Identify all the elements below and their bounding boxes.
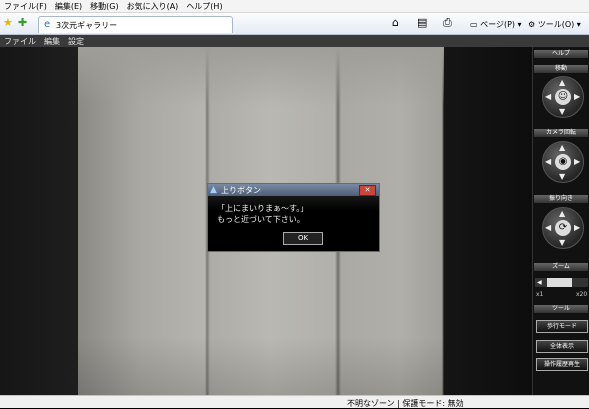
menu-file[interactable]: ファイル(F) bbox=[0, 1, 51, 12]
home-icon[interactable]: ⌂ bbox=[392, 16, 399, 30]
zoom-thumb[interactable] bbox=[547, 278, 572, 287]
turn-pad[interactable]: ▲ ▼ ◀ ▶ ⟳ bbox=[542, 207, 584, 249]
move-pad[interactable]: ▲ ▼ ◀ ▶ ☺ bbox=[542, 76, 584, 118]
status-bar: 不明なゾーン | 保護モード: 無効 bbox=[0, 395, 589, 408]
dialog-title: 上りボタン bbox=[221, 186, 261, 195]
favorites-star-icon[interactable]: ★ bbox=[3, 16, 13, 30]
tools-header: ツール bbox=[534, 305, 588, 313]
camera-rotate-header: カメラ回転 bbox=[534, 129, 588, 137]
arrow-down-icon[interactable]: ▼ bbox=[559, 107, 565, 116]
dialog-message: 「上にまいりまぁ〜す。」 もっと近づいて下さい。 bbox=[217, 204, 309, 224]
camera-pad[interactable]: ▲ ▼ ◀ ▶ ◉ bbox=[542, 141, 584, 183]
zoom-max-label: x20 bbox=[576, 291, 588, 298]
navigation-panel: ヘルプ 移動 ▲ ▼ ◀ ▶ ☺ カメラ回転 ▲ ▼ ◀ ▶ ◉ 振り向き ▲ … bbox=[532, 47, 589, 395]
menu-favorites[interactable]: お気に入り(A) bbox=[123, 1, 183, 12]
tab-gallery[interactable]: e 3次元ギャラリー bbox=[38, 16, 233, 33]
move-header: 移動 bbox=[534, 65, 588, 73]
browser-toolbar: ★ ✚ e 3次元ギャラリー ⌂ ▤ ⎙ ▭ ページ(P) ▾ ⚙ ツール(O)… bbox=[0, 13, 589, 35]
browser-menu-bar: ファイル(F) 編集(E) 移動(G) お気に入り(A) ヘルプ(H) bbox=[0, 0, 589, 13]
menu-edit[interactable]: 編集(E) bbox=[51, 1, 86, 12]
tools-menu-button[interactable]: ⚙ ツール(O) ▾ bbox=[528, 19, 581, 30]
camera-icon: ◉ bbox=[555, 154, 571, 170]
arrow-left-icon[interactable]: ◀ bbox=[545, 157, 551, 166]
page-menu-label: ページ(P) bbox=[480, 20, 516, 29]
close-button[interactable]: ✕ bbox=[359, 185, 376, 196]
arrow-up-icon[interactable]: ▲ bbox=[559, 143, 565, 152]
arrow-left-icon[interactable]: ◀ bbox=[545, 92, 551, 101]
zoom-slider[interactable]: ◀ bbox=[535, 278, 588, 287]
help-button[interactable]: ヘルプ bbox=[534, 50, 588, 58]
arrow-right-icon[interactable]: ▶ bbox=[574, 157, 580, 166]
arrow-right-icon[interactable]: ▶ bbox=[574, 92, 580, 101]
menu-go[interactable]: 移動(G) bbox=[86, 1, 122, 12]
elevator-dialog: ▲ 上りボタン ✕ 「上にまいりまぁ〜す。」 もっと近づいて下さい。 OK bbox=[207, 183, 380, 252]
arrow-left-icon[interactable]: ◀ bbox=[545, 223, 551, 232]
app-icon: ▲ bbox=[210, 185, 217, 195]
face-direction-header: 振り向き bbox=[534, 195, 588, 203]
app-menu-settings[interactable]: 設定 bbox=[64, 36, 88, 47]
history-replay-button[interactable]: 操作履歴再生 bbox=[536, 358, 588, 371]
rotate-icon: ⟳ bbox=[555, 220, 571, 236]
menu-help[interactable]: ヘルプ(H) bbox=[182, 1, 226, 12]
zoom-header: ズーム bbox=[534, 263, 588, 271]
zoom-left-icon[interactable]: ◀ bbox=[537, 279, 542, 286]
app-menu-bar: ファイル 編集 設定 bbox=[0, 35, 589, 47]
ie-page-icon: e bbox=[44, 19, 51, 30]
tab-title: 3次元ギャラリー bbox=[56, 21, 118, 30]
arrow-down-icon[interactable]: ▼ bbox=[559, 238, 565, 247]
walk-mode-button[interactable]: 歩行モード bbox=[536, 320, 588, 333]
dialog-title-bar: ▲ 上りボタン ✕ bbox=[208, 184, 379, 196]
print-icon[interactable]: ⎙ bbox=[443, 16, 452, 30]
status-text: 不明なゾーン | 保護モード: 無効 bbox=[347, 399, 464, 408]
app-menu-file[interactable]: ファイル bbox=[0, 36, 40, 47]
ok-button[interactable]: OK bbox=[283, 232, 323, 245]
arrow-down-icon[interactable]: ▼ bbox=[559, 172, 565, 181]
arrow-right-icon[interactable]: ▶ bbox=[574, 223, 580, 232]
zoom-min-label: x1 bbox=[536, 291, 544, 298]
arrow-up-icon[interactable]: ▲ bbox=[559, 209, 565, 218]
tools-menu-label: ツール(O) bbox=[537, 20, 575, 29]
add-favorites-icon[interactable]: ✚ bbox=[18, 16, 27, 30]
overview-button[interactable]: 全体表示 bbox=[536, 340, 588, 353]
page-menu-button[interactable]: ▭ ページ(P) ▾ bbox=[470, 19, 522, 30]
arrow-up-icon[interactable]: ▲ bbox=[559, 78, 565, 87]
app-menu-edit[interactable]: 編集 bbox=[40, 36, 64, 47]
feeds-icon[interactable]: ▤ bbox=[417, 16, 427, 30]
walker-icon: ☺ bbox=[555, 89, 571, 105]
